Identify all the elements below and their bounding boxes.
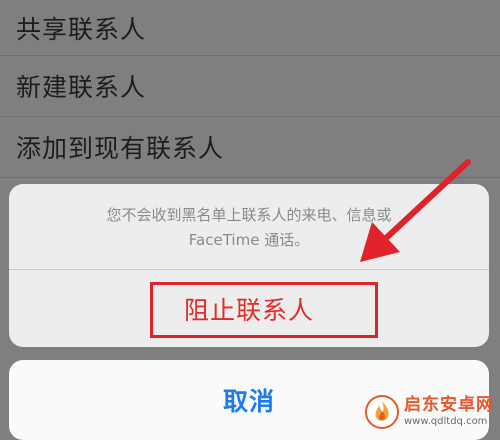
cancel-label: 取消 (222, 387, 275, 416)
share-contact-label: 共享联系人 (16, 14, 147, 44)
new-contact-item[interactable]: 新建联系人 (0, 56, 500, 117)
contact-options-list: 共享联系人 新建联系人 添加到现有联系人 (0, 0, 500, 178)
watermark-title: 启东安卓网 (404, 395, 494, 415)
site-watermark: 启东安卓网 www.qdltdq.com (365, 395, 494, 429)
message-line-2: FaceTime 通话。 (188, 230, 310, 249)
add-to-existing-contact-label: 添加到现有联系人 (16, 134, 225, 163)
flame-logo-icon (365, 395, 399, 429)
add-to-existing-contact-item[interactable]: 添加到现有联系人 (0, 117, 500, 178)
block-contact-action-sheet: 您不会收到黑名单上联系人的来电、信息或 FaceTime 通话。 阻止联系人 (9, 184, 489, 347)
new-contact-label: 新建联系人 (16, 73, 147, 102)
block-contact-button[interactable]: 阻止联系人 (9, 270, 489, 347)
watermark-url: www.qdltdq.com (404, 416, 488, 427)
block-contact-label: 阻止联系人 (183, 295, 314, 325)
action-sheet-message: 您不会收到黑名单上联系人的来电、信息或 FaceTime 通话。 (9, 184, 489, 270)
share-contact-item[interactable]: 共享联系人 (0, 0, 500, 56)
message-line-1: 您不会收到黑名单上联系人的来电、信息或 (106, 205, 392, 224)
